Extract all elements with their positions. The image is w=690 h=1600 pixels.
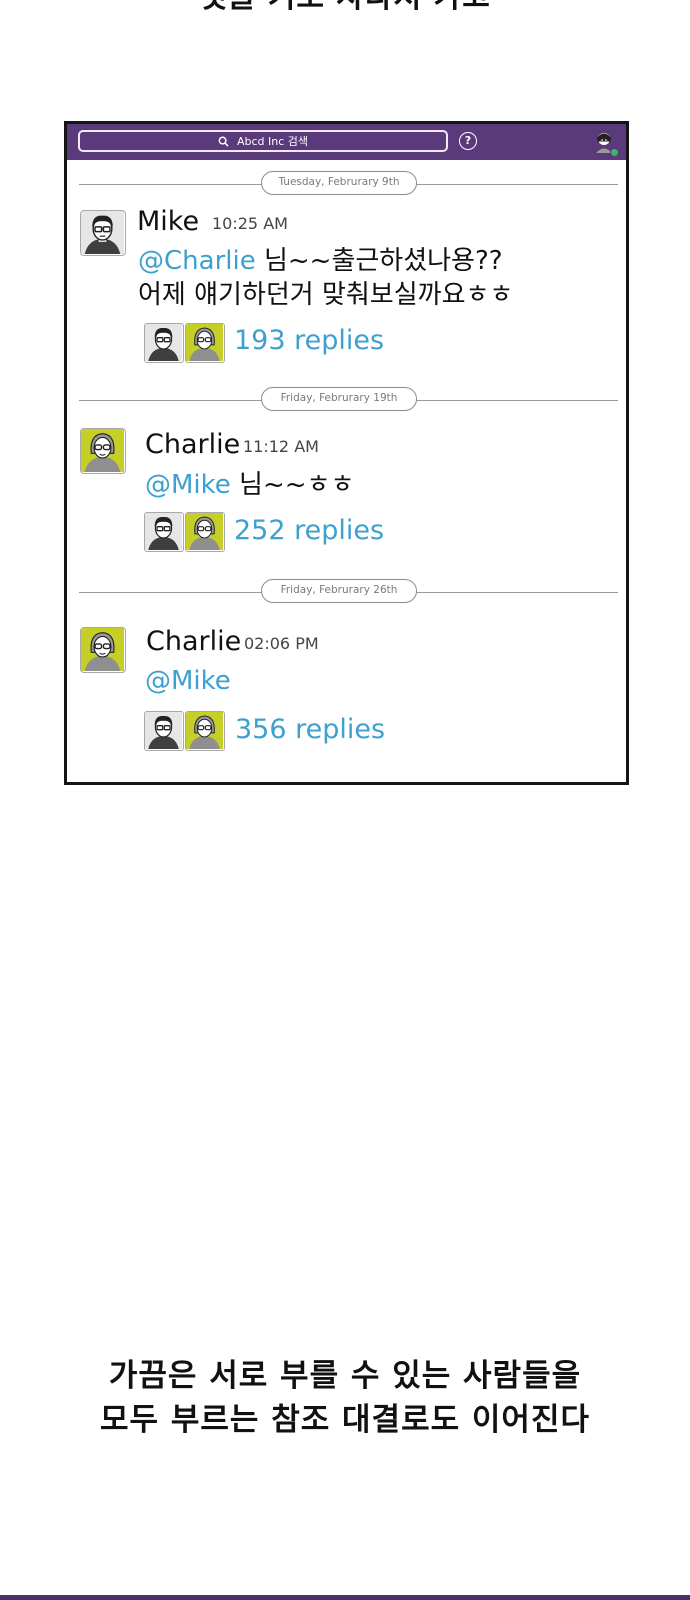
search-icon	[218, 136, 229, 147]
message-text-line2: 어제 얘기하던거 맞춰보실까요ㅎㅎ	[138, 280, 514, 310]
reply-avatar-mike	[144, 711, 184, 751]
bottom-caption-line2: 모두 부르는 참조 대결로도 이어진다	[100, 1402, 590, 1438]
message-text: @Charlie 님~~출근하셨나용?? 어제 얘기하던거 맞춰보실까요ㅎㅎ	[138, 244, 513, 312]
reply-avatar-charlie	[185, 711, 225, 751]
mike-avatar[interactable]	[80, 210, 126, 256]
message-author[interactable]: Charlie	[146, 626, 241, 657]
online-status-dot	[610, 148, 619, 157]
replies-link[interactable]: 193 replies	[234, 325, 384, 356]
mention-link[interactable]: @Mike	[145, 666, 231, 696]
charlie-avatar[interactable]	[80, 627, 126, 673]
chat-window: Abcd Inc 검색 ? Tuesday, Februrary 9th Mik…	[64, 121, 629, 785]
reply-avatar-mike	[144, 323, 184, 363]
message-text-line1: 님~~출근하셨나용??	[255, 246, 503, 276]
charlie-avatar[interactable]	[80, 428, 126, 474]
mention-link[interactable]: @Charlie	[138, 246, 256, 276]
message-author[interactable]: Mike	[137, 206, 199, 237]
bottom-caption-line1: 가끔은 서로 부를 수 있는 사람들을	[108, 1358, 582, 1394]
message-time: 02:06 PM	[244, 634, 319, 653]
message-author[interactable]: Charlie	[145, 429, 240, 460]
date-pill: Tuesday, Februrary 9th	[261, 171, 417, 195]
reply-avatar-mike	[144, 512, 184, 552]
bottom-edge-bar	[0, 1595, 690, 1600]
replies-link[interactable]: 252 replies	[234, 515, 384, 546]
message-time: 10:25 AM	[212, 214, 288, 233]
message-time: 11:12 AM	[243, 437, 319, 456]
reply-avatar-charlie	[185, 512, 225, 552]
search-input[interactable]: Abcd Inc 검색	[78, 130, 448, 152]
reply-avatar-charlie	[185, 323, 225, 363]
replies-link[interactable]: 356 replies	[235, 714, 385, 745]
message-text: @Mike	[145, 664, 231, 698]
date-pill: Friday, Februrary 19th	[261, 387, 417, 411]
help-icon[interactable]: ?	[459, 132, 477, 150]
date-pill: Friday, Februrary 26th	[261, 579, 417, 603]
top-bar: Abcd Inc 검색 ?	[67, 124, 626, 160]
message-text-line1: 님~~ㅎㅎ	[230, 470, 355, 500]
message-text: @Mike 님~~ㅎㅎ	[145, 468, 354, 502]
bottom-caption: 가끔은 서로 부를 수 있는 사람들을 모두 부르는 참조 대결로도 이어진다	[0, 1354, 690, 1442]
search-label: Abcd Inc 검색	[236, 135, 309, 148]
top-caption: 댓글 기로 사라져 가고	[0, 0, 690, 18]
mention-link[interactable]: @Mike	[145, 470, 231, 500]
